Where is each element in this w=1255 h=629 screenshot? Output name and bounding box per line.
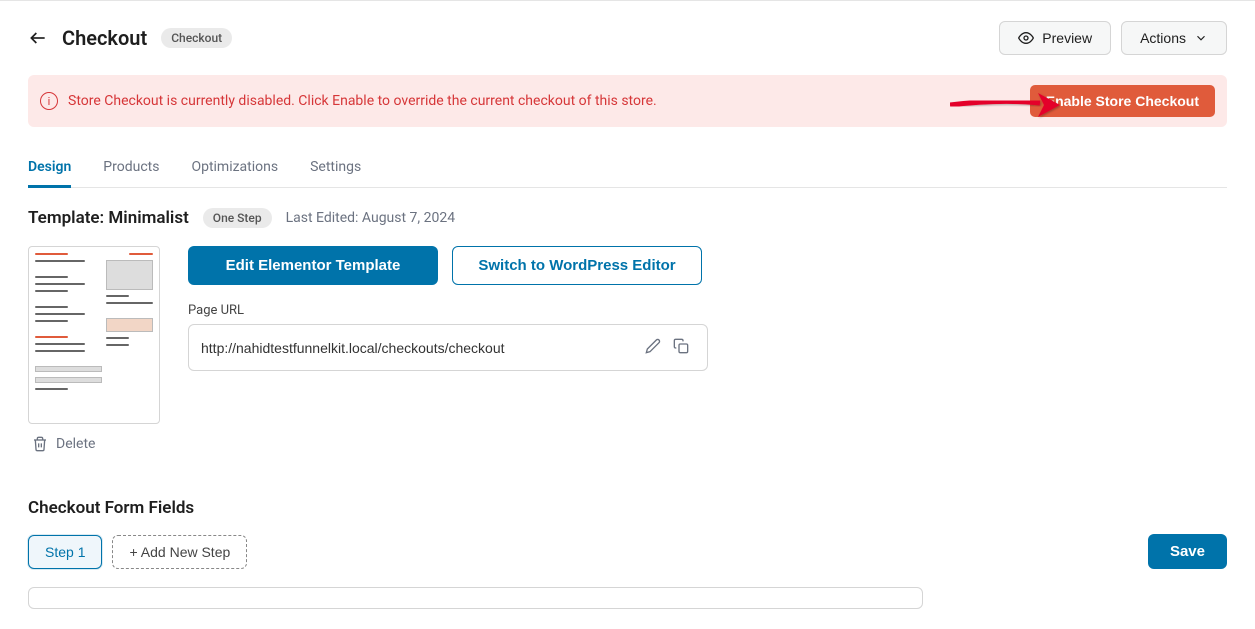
delete-button[interactable]: Delete	[28, 436, 160, 452]
page-header: Checkout Checkout Preview Actions	[28, 21, 1227, 55]
copy-icon	[673, 338, 689, 354]
template-header: Template: Minimalist One Step Last Edite…	[28, 208, 1227, 228]
preview-label: Preview	[1042, 30, 1092, 46]
actions-label: Actions	[1140, 30, 1186, 46]
steps-left: Step 1 + Add New Step	[28, 535, 247, 569]
info-icon: i	[40, 92, 58, 110]
delete-label: Delete	[56, 436, 95, 452]
eye-icon	[1018, 30, 1034, 46]
form-fields-title: Checkout Form Fields	[28, 498, 1227, 518]
add-step-button[interactable]: + Add New Step	[112, 535, 247, 569]
preview-button[interactable]: Preview	[999, 21, 1111, 55]
tab-products[interactable]: Products	[103, 151, 159, 187]
copy-url-button[interactable]	[667, 334, 695, 361]
template-button-row: Edit Elementor Template Switch to WordPr…	[188, 246, 708, 285]
store-checkout-notice: i Store Checkout is currently disabled. …	[28, 75, 1227, 127]
edit-elementor-button[interactable]: Edit Elementor Template	[188, 246, 438, 285]
edit-url-button[interactable]	[639, 334, 667, 361]
form-left-panel	[28, 587, 923, 609]
template-body: Delete Edit Elementor Template Switch to…	[28, 246, 1227, 452]
template-thumbnail[interactable]	[28, 246, 160, 424]
last-edited: Last Edited: August 7, 2024	[286, 210, 456, 226]
enable-store-checkout-button[interactable]: Enable Store Checkout	[1030, 85, 1215, 117]
page-title: Checkout	[62, 26, 147, 50]
page-url-field	[188, 324, 708, 371]
checkout-badge: Checkout	[161, 28, 232, 48]
tab-design[interactable]: Design	[28, 151, 71, 187]
tab-bar: Design Products Optimizations Settings	[28, 151, 1227, 188]
tab-optimizations[interactable]: Optimizations	[191, 151, 278, 187]
form-panels	[28, 587, 1227, 609]
steps-row: Step 1 + Add New Step Save	[28, 534, 1227, 569]
page-url-label: Page URL	[188, 303, 708, 318]
chevron-down-icon	[1194, 31, 1208, 45]
template-actions-column: Edit Elementor Template Switch to WordPr…	[188, 246, 708, 452]
header-left: Checkout Checkout	[28, 26, 232, 50]
arrow-left-icon	[28, 28, 48, 48]
notice-content: i Store Checkout is currently disabled. …	[40, 92, 657, 110]
template-title: Template: Minimalist	[28, 208, 189, 228]
form-right-panel	[947, 587, 1227, 609]
step-badge: One Step	[203, 208, 272, 228]
thumbnail-column: Delete	[28, 246, 160, 452]
trash-icon	[32, 436, 48, 452]
save-button[interactable]: Save	[1148, 534, 1227, 569]
back-arrow-button[interactable]	[28, 28, 48, 48]
step-1-button[interactable]: Step 1	[28, 535, 102, 569]
switch-wordpress-button[interactable]: Switch to WordPress Editor	[452, 246, 702, 285]
page-url-input[interactable]	[201, 340, 639, 356]
pencil-icon	[645, 338, 661, 354]
actions-button[interactable]: Actions	[1121, 21, 1227, 55]
notice-text: Store Checkout is currently disabled. Cl…	[68, 93, 657, 109]
header-right: Preview Actions	[999, 21, 1227, 55]
tab-settings[interactable]: Settings	[310, 151, 361, 187]
